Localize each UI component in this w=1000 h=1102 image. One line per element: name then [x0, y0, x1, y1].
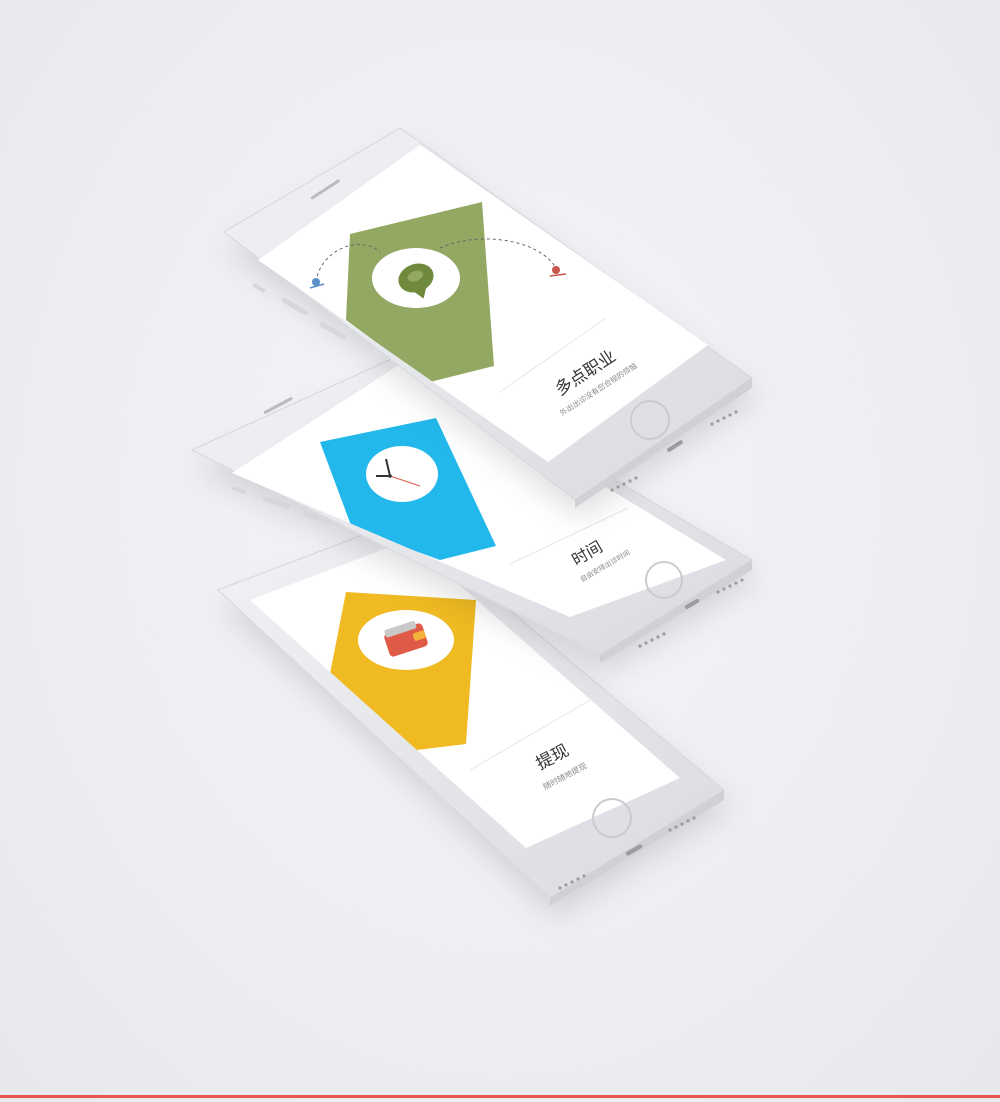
phones-illustration: 提现 随时随地提现 时间 自由安排出诊时间 多点职业 外出出诊没有您合规的烦恼: [190, 127, 753, 906]
phone-2-icon-circle: [366, 446, 438, 502]
mockup-stage: 提现 随时随地提现 时间 自由安排出诊时间 多点职业 外出出诊没有您合规的烦恼: [0, 0, 1000, 1098]
